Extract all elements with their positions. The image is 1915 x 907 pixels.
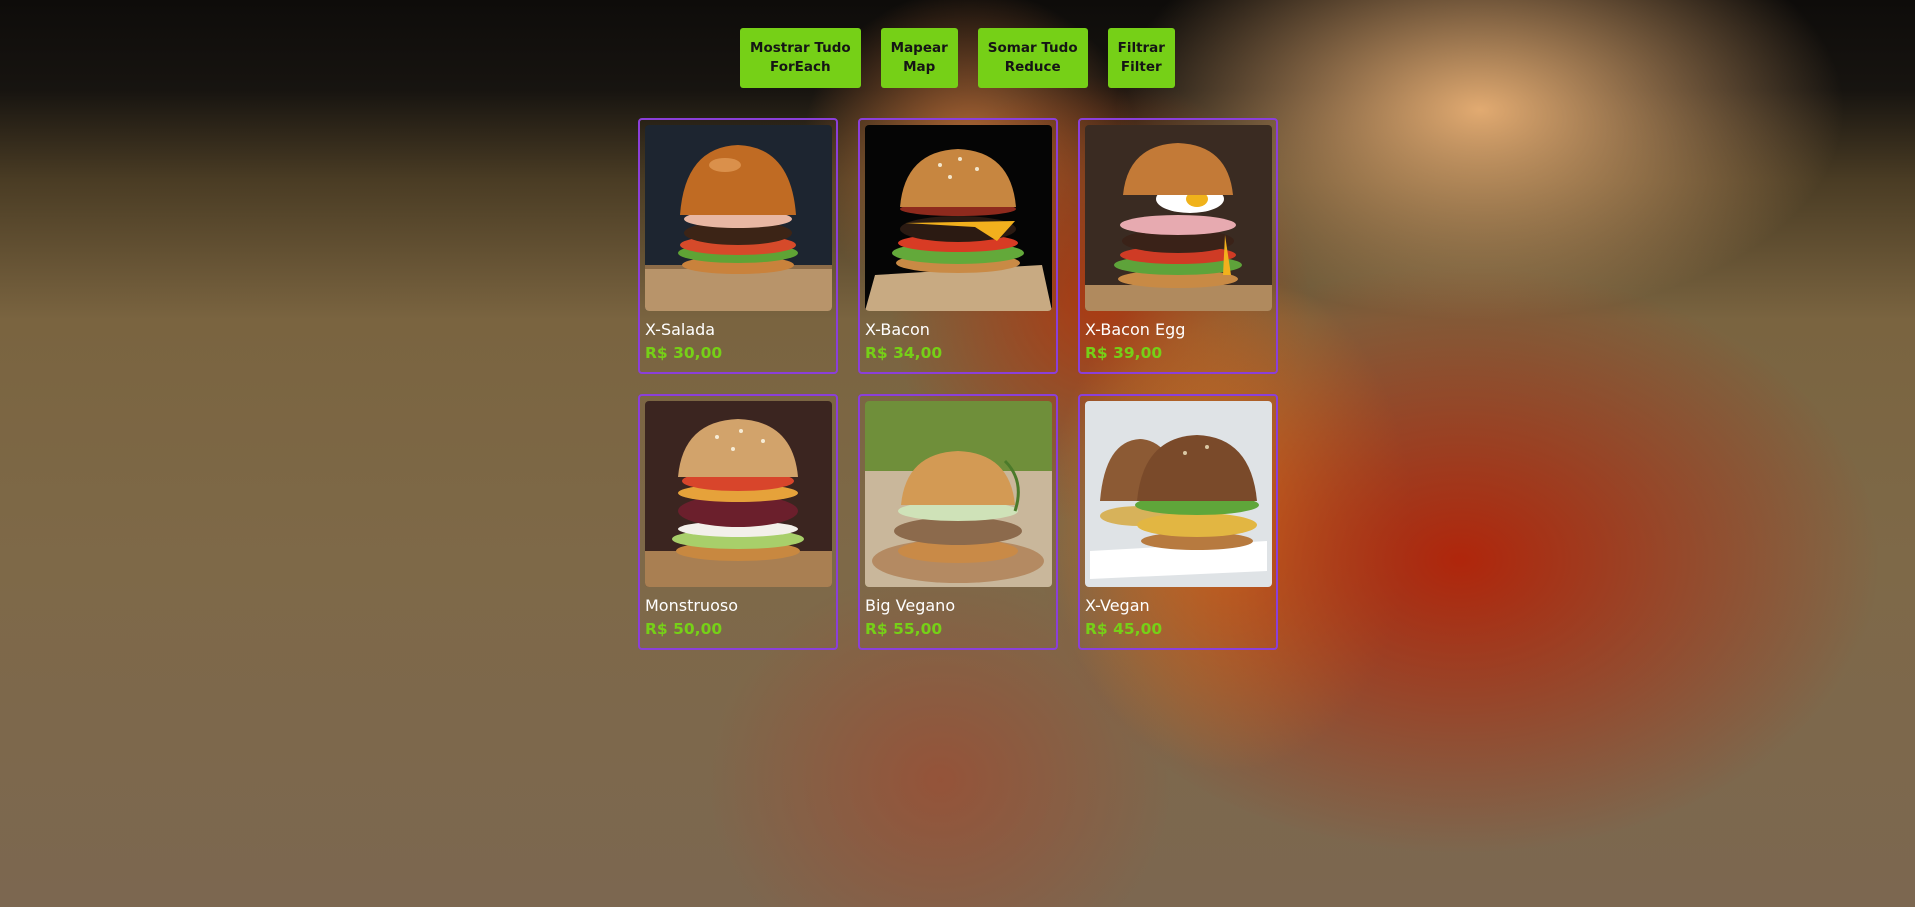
map-button[interactable]: Mapear Map — [880, 28, 958, 88]
filter-button[interactable]: Filtrar Filter — [1107, 28, 1175, 88]
menu-item-name: X-Bacon — [865, 320, 930, 339]
menu-item-price: R$ 45,00 — [1085, 620, 1163, 638]
filter-button-label: Filtrar — [1117, 40, 1165, 56]
menu-card: X-Bacon R$ 34,00 — [858, 118, 1058, 374]
action-toolbar: Mostrar Tudo ForEach Mapear Map Somar Tu… — [0, 28, 1915, 88]
foreach-button-sublabel: ForEach — [770, 59, 831, 75]
map-button-label: Mapear — [890, 40, 948, 56]
burger-photo — [645, 401, 832, 587]
menu-item-name: X-Bacon Egg — [1085, 320, 1186, 339]
menu-card: X-Salada R$ 30,00 — [638, 118, 838, 374]
reduce-button[interactable]: Somar Tudo Reduce — [977, 28, 1088, 88]
menu-item-name: Monstruoso — [645, 596, 738, 615]
reduce-button-sublabel: Reduce — [1004, 59, 1061, 75]
menu-item-price: R$ 30,00 — [645, 344, 723, 362]
foreach-button[interactable]: Mostrar Tudo ForEach — [740, 28, 861, 88]
menu-item-price: R$ 34,00 — [865, 344, 943, 362]
menu-item-name: Big Vegano — [865, 596, 956, 615]
burger-photo — [865, 401, 1052, 587]
burger-photo — [645, 125, 832, 311]
menu-item-name: X-Vegan — [1085, 596, 1150, 615]
burger-photo — [1085, 401, 1272, 587]
menu-item-price: R$ 39,00 — [1085, 344, 1163, 362]
burger-photo — [1085, 125, 1272, 311]
burger-photo — [865, 125, 1052, 311]
map-button-sublabel: Map — [903, 59, 936, 75]
foreach-button-label: Mostrar Tudo — [750, 40, 851, 56]
filter-button-sublabel: Filter — [1120, 59, 1162, 75]
menu-item-name: X-Salada — [645, 320, 716, 339]
menu-item-price: R$ 50,00 — [645, 620, 723, 638]
menu-card: X-Bacon Egg R$ 39,00 — [1078, 118, 1278, 374]
reduce-button-label: Somar Tudo — [987, 40, 1078, 56]
menu-grid: X-Salada R$ 30,00 X-Bacon R$ 34,00 X-Bac… — [638, 118, 1278, 650]
menu-card: Monstruoso R$ 50,00 — [638, 394, 838, 650]
menu-item-price: R$ 55,00 — [865, 620, 943, 638]
menu-card: Big Vegano R$ 55,00 — [858, 394, 1058, 650]
menu-card: X-Vegan R$ 45,00 — [1078, 394, 1278, 650]
